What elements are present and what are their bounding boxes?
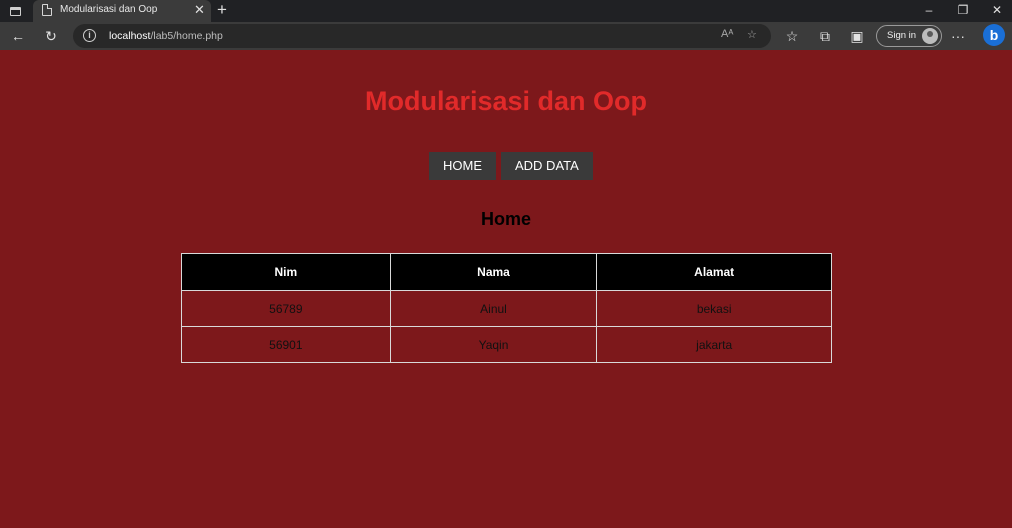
table-row: 56789 Ainul bekasi [181,290,832,327]
browser-toolbar: ← ↻ i localhost/lab5/home.php Aᴬ ☆ ☆ ⧉ ▣… [0,22,1012,50]
bing-icon[interactable]: b [983,24,1005,46]
restore-icon[interactable]: ❐ [948,0,978,22]
avatar-icon [922,28,938,44]
refresh-icon[interactable]: ↻ [41,26,61,46]
nav-add-data-button[interactable]: ADD DATA [501,152,593,180]
favorites-icon[interactable]: ☆ [782,26,802,46]
column-header-alamat: Alamat [596,253,832,291]
nav-home-button[interactable]: HOME [429,152,496,180]
column-header-nim: Nim [181,253,391,291]
more-icon[interactable]: ··· [948,26,968,46]
cell-nim: 56901 [181,326,391,363]
sign-in-label: Sign in [887,30,917,41]
read-aloud-icon[interactable]: Aᴬ [721,28,733,40]
tab-strip: Modularisasi dan Oop ✕ + – ❐ ✕ [0,0,1012,22]
collections-icon[interactable]: ⧉ [815,26,835,46]
add-favorite-icon[interactable]: ☆ [747,28,757,41]
cell-alamat: bekasi [596,290,832,327]
window-close-icon[interactable]: ✕ [982,0,1012,22]
cell-alamat: jakarta [596,326,832,363]
sign-in-button[interactable]: Sign in [876,25,942,47]
nav-bar: HOME ADD DATA [429,152,593,180]
table-header-row: Nim Nama Alamat [181,253,832,291]
cell-nim: 56789 [181,290,391,327]
student-table: Nim Nama Alamat 56789 Ainul bekasi 56901… [181,253,832,363]
table-row: 56901 Yaqin jakarta [181,326,832,363]
minimize-icon[interactable]: – [914,0,944,22]
page-title: Modularisasi dan Oop [364,86,648,116]
cell-nama: Ainul [389,290,598,327]
extensions-icon[interactable]: ▣ [847,26,867,46]
cell-nama: Yaqin [389,326,598,363]
tab-title: Modularisasi dan Oop [60,4,158,15]
plus-icon[interactable]: + [217,0,227,20]
section-heading: Home [480,209,531,229]
tab-actions-icon[interactable] [6,3,24,19]
browser-tab[interactable]: Modularisasi dan Oop ✕ [33,0,211,22]
back-icon[interactable]: ← [8,26,28,46]
page-icon [42,4,52,16]
column-header-nama: Nama [389,253,598,291]
close-icon[interactable]: ✕ [194,2,205,18]
url-text: localhost/lab5/home.php [109,30,223,42]
info-icon[interactable]: i [83,29,96,42]
address-bar[interactable]: i localhost/lab5/home.php Aᴬ ☆ [73,24,771,48]
